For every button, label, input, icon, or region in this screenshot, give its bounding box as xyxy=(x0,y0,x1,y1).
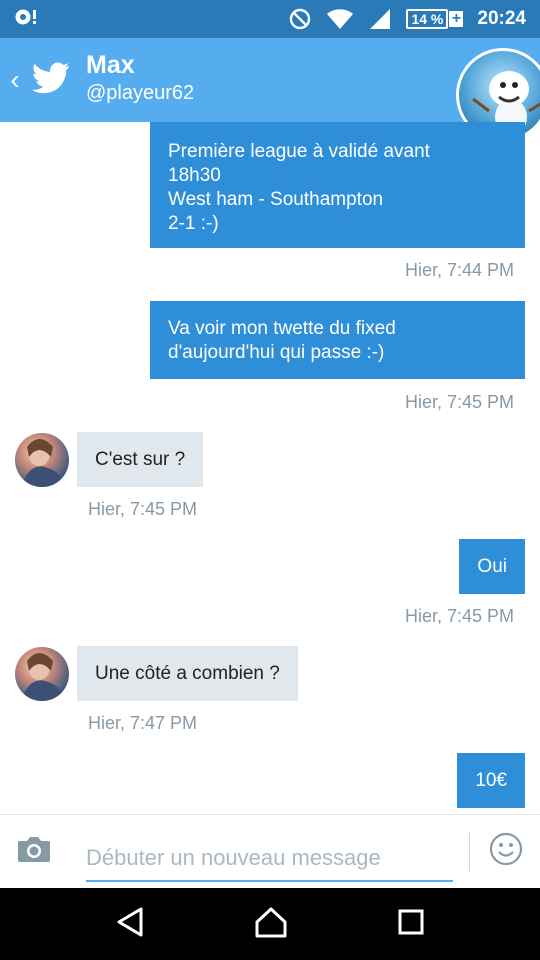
message-list[interactable]: Première league à validé avant 18h30 Wes… xyxy=(0,122,540,814)
status-right: 14 % + 20:24 xyxy=(288,7,526,31)
message-timestamp: Hier, 7:45 PM xyxy=(88,499,198,519)
system-nav-bar xyxy=(0,888,540,960)
message-line: 2-1 :-) xyxy=(168,213,219,234)
nav-recents-icon[interactable] xyxy=(397,908,425,941)
status-left xyxy=(14,7,38,32)
battery-charging-icon: + xyxy=(449,11,464,27)
message-input[interactable] xyxy=(86,821,453,882)
battery-level: 14 % xyxy=(406,9,449,29)
outgoing-message[interactable]: Première league à validé avant 18h30 Wes… xyxy=(150,122,525,248)
message-timestamp: Hier, 7:47 PM xyxy=(88,713,198,733)
message-timestamp: Hier, 7:45 PM xyxy=(404,392,514,412)
message-line: West ham - Southampton xyxy=(168,189,384,210)
notification-icon xyxy=(14,7,38,32)
battery-icon: 14 % + xyxy=(406,9,464,29)
message-line: d'aujourd'hui qui passe :-) xyxy=(168,342,385,363)
contact-handle: @playeur62 xyxy=(86,82,195,104)
do-not-disturb-icon xyxy=(288,7,312,31)
incoming-message[interactable]: Une côté a combien ? xyxy=(77,646,298,701)
contact-avatar[interactable] xyxy=(15,647,69,701)
status-bar: 14 % + 20:24 xyxy=(0,0,540,38)
conversation-title: Max @playeur62 xyxy=(86,50,194,106)
message-composer xyxy=(0,814,540,888)
incoming-message[interactable]: C'est sur ? xyxy=(77,432,204,487)
message-timestamp: Hier, 7:44 PM xyxy=(404,260,514,280)
message-line: 18h30 xyxy=(168,165,221,186)
wifi-icon xyxy=(326,7,354,31)
contact-name: Max xyxy=(86,51,135,79)
conversation-header: ‹ Max @playeur62 xyxy=(0,38,540,142)
back-button[interactable]: ‹ xyxy=(2,38,28,122)
composer-divider xyxy=(469,832,470,871)
nav-home-icon[interactable] xyxy=(254,906,288,943)
message-line: Va voir mon twette du fixed xyxy=(168,318,396,339)
outgoing-message[interactable]: 10€ xyxy=(457,753,525,808)
contact-avatar[interactable] xyxy=(15,433,69,487)
message-text: C'est sur ? xyxy=(95,448,186,470)
status-time: 20:24 xyxy=(477,8,526,29)
message-line: Première league à validé avant xyxy=(168,141,430,162)
outgoing-message[interactable]: Va voir mon twette du fixed d'aujourd'hu… xyxy=(150,301,525,379)
message-text: 10€ xyxy=(475,769,507,791)
emoji-icon[interactable] xyxy=(489,832,523,871)
message-timestamp: Hier, 7:45 PM xyxy=(404,606,514,626)
message-text: Oui xyxy=(477,555,507,577)
cell-signal-icon xyxy=(368,7,392,31)
nav-back-icon[interactable] xyxy=(115,906,145,943)
message-text: Une côté a combien ? xyxy=(95,662,280,684)
twitter-bird-icon xyxy=(32,62,70,99)
outgoing-message[interactable]: Oui xyxy=(459,539,525,594)
camera-icon[interactable] xyxy=(17,835,53,868)
